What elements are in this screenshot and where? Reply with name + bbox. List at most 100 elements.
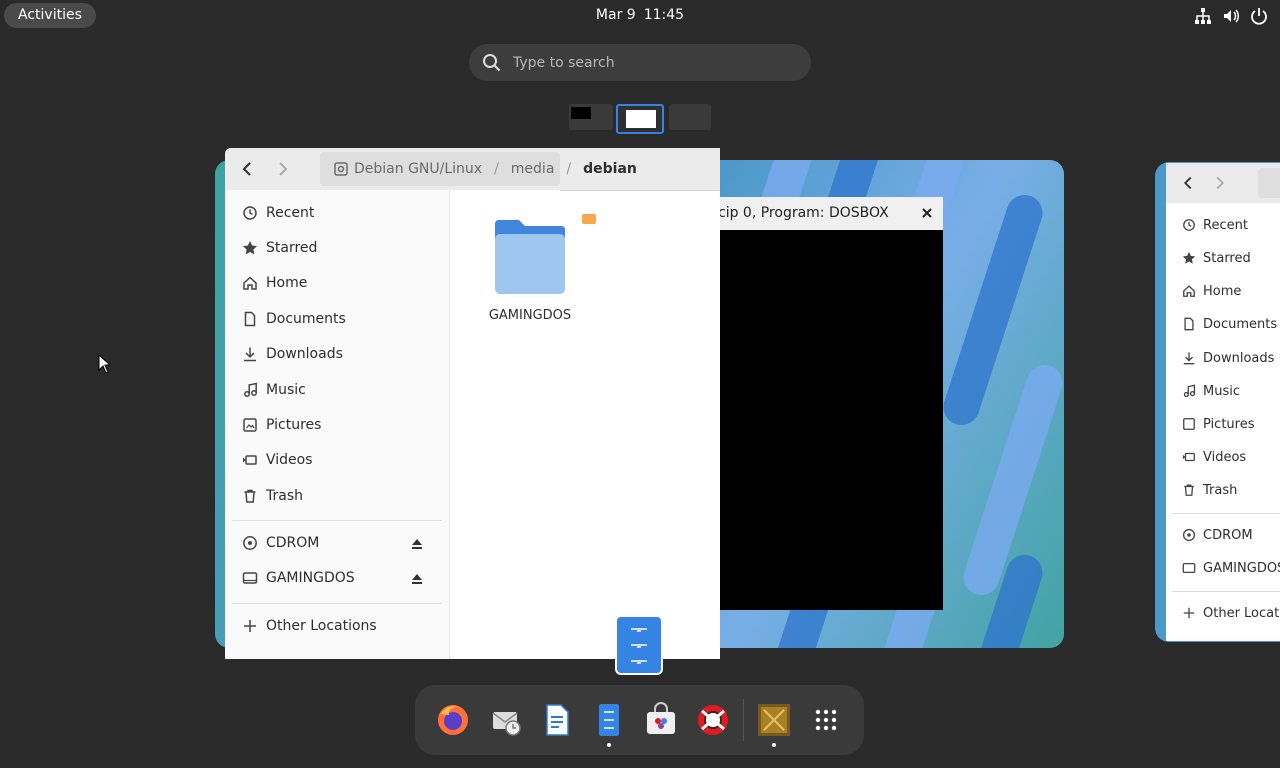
- download-icon: [1183, 352, 1195, 365]
- workspace-thumbnail-3[interactable]: [669, 104, 711, 130]
- plus-icon: [1183, 607, 1195, 619]
- workspace-thumbnail-1[interactable]: [569, 104, 613, 130]
- sidebar-item-home[interactable]: Home: [242, 270, 307, 296]
- software-icon[interactable]: [643, 702, 679, 738]
- search-bar[interactable]: [469, 44, 811, 81]
- video-icon: [243, 455, 257, 465]
- network-icon: [1194, 7, 1212, 25]
- dosbox-titlebar[interactable]: cip 0, Program: DOSBOX: [720, 197, 943, 230]
- sidebar-item-gamingdos[interactable]: GAMINGDOS: [1182, 557, 1280, 579]
- evolution-icon[interactable]: [488, 702, 524, 738]
- folder-item[interactable]: GAMINGDOS: [480, 218, 580, 323]
- clock-time: 11:45: [643, 7, 685, 23]
- eject-icon[interactable]: [410, 571, 424, 585]
- dosbox-window[interactable]: cip 0, Program: DOSBOX: [720, 197, 943, 610]
- files-window-2[interactable]: Recent Starred Home Documents Downloads …: [1166, 163, 1280, 641]
- system-menu[interactable]: [1194, 7, 1268, 25]
- sidebar-item-recent[interactable]: Recent: [1182, 214, 1248, 236]
- sidebar-item-label: Trash: [266, 488, 303, 504]
- dash-separator: [743, 699, 744, 741]
- workspace-thumbnail-2[interactable]: [616, 104, 664, 134]
- sidebar-item-label: Recent: [1203, 217, 1248, 233]
- sidebar-item-label: Videos: [1203, 449, 1247, 465]
- sidebar-item-label: Other Locatio: [1203, 605, 1280, 621]
- power-icon: [1250, 7, 1268, 25]
- drive-icon: [334, 162, 348, 176]
- home-icon: [243, 276, 257, 290]
- top-bar: Activities Mar 9 11:45: [0, 0, 1280, 32]
- mouse-pointer-icon: [98, 354, 110, 374]
- back-icon[interactable]: [236, 158, 258, 180]
- sidebar-item-label: Recent: [266, 205, 315, 221]
- files-app-drag-icon[interactable]: [617, 617, 661, 673]
- breadcrumb-item[interactable]: Debian GNU/Linux: [354, 161, 482, 177]
- running-indicator: [607, 743, 611, 747]
- sidebar-item-label: Documents: [266, 311, 346, 327]
- star-icon: [243, 241, 257, 255]
- files-window[interactable]: Debian GNU/Linux / media / debian Recent…: [225, 148, 720, 659]
- sidebar-item-trash[interactable]: Trash: [1182, 479, 1237, 501]
- sidebar-item-label: Home: [266, 275, 308, 291]
- clock-date: Mar 9: [595, 7, 636, 23]
- picture-icon: [243, 418, 257, 432]
- dosbox-icon[interactable]: [756, 702, 792, 738]
- sidebar-item-music[interactable]: Music: [242, 377, 306, 403]
- app-grid-icon[interactable]: [808, 702, 844, 738]
- sidebar-item-cdrom[interactable]: CDROM: [1182, 524, 1253, 546]
- files-headerbar: [1166, 163, 1280, 203]
- sidebar-item-documents[interactable]: Documents: [242, 306, 346, 332]
- breadcrumb-separator: /: [494, 161, 499, 177]
- sidebar-item-label: Starred: [266, 240, 318, 256]
- sidebar-item-recent[interactable]: Recent: [242, 200, 314, 226]
- sidebar-item-videos[interactable]: Videos: [242, 447, 313, 473]
- sidebar-item-trash[interactable]: Trash: [242, 483, 303, 509]
- files-content-area[interactable]: GAMINGDOS: [450, 190, 720, 659]
- clock-icon: [243, 206, 257, 220]
- files-icon[interactable]: [591, 702, 627, 738]
- sidebar-item-label: Pictures: [1203, 416, 1255, 432]
- sidebar-item-home[interactable]: Home: [1182, 280, 1241, 302]
- sidebar-item-label: Trash: [1203, 482, 1238, 498]
- sidebar-item-label: Home: [1203, 283, 1242, 299]
- firefox-icon[interactable]: [435, 702, 471, 738]
- sidebar-item-music[interactable]: Music: [1182, 380, 1240, 402]
- volume-icon: [1222, 7, 1240, 25]
- sidebar-item-label: CDROM: [1203, 527, 1253, 543]
- sidebar-item-other-locations[interactable]: Other Locations: [242, 613, 377, 639]
- sidebar-item-gamingdos[interactable]: GAMINGDOS: [242, 565, 355, 591]
- breadcrumb-item[interactable]: media: [511, 161, 555, 177]
- plus-icon: [244, 620, 256, 632]
- sidebar-item-downloads[interactable]: Downloads: [1182, 347, 1274, 369]
- sidebar-item-pictures[interactable]: Pictures: [1182, 413, 1254, 435]
- sidebar-item-label: Downloads: [266, 346, 343, 362]
- clock[interactable]: Mar 9 11:45: [0, 0, 1280, 31]
- help-icon[interactable]: [695, 702, 731, 738]
- path-bar-bg: [1258, 168, 1280, 198]
- sidebar-item-pictures[interactable]: Pictures: [242, 412, 321, 438]
- files-sidebar: Recent Starred Home Documents Downloads …: [225, 190, 450, 659]
- search-input[interactable]: [511, 50, 795, 76]
- home-icon: [1183, 285, 1195, 297]
- picture-icon: [1183, 418, 1195, 430]
- video-icon: [1182, 452, 1195, 462]
- sidebar-item-starred[interactable]: Starred: [242, 235, 317, 261]
- sidebar-divider: [232, 520, 442, 521]
- sidebar-item-cdrom[interactable]: CDROM: [242, 530, 319, 556]
- libreoffice-writer-icon[interactable]: [539, 702, 575, 738]
- close-icon[interactable]: [921, 207, 933, 219]
- eject-icon[interactable]: [410, 536, 424, 550]
- breadcrumb-item-current[interactable]: debian: [583, 161, 637, 177]
- forward-icon[interactable]: [272, 158, 294, 180]
- back-icon[interactable]: [1178, 173, 1198, 193]
- sidebar-item-label: CDROM: [266, 535, 320, 551]
- sidebar-item-documents[interactable]: Documents: [1182, 313, 1277, 335]
- sidebar-item-other-locations[interactable]: Other Locatio: [1182, 602, 1280, 624]
- sidebar-item-label: Music: [1203, 383, 1240, 399]
- sidebar-item-downloads[interactable]: Downloads: [242, 341, 343, 367]
- sidebar-item-videos[interactable]: Videos: [1182, 446, 1246, 468]
- sidebar-item-label: Music: [266, 382, 306, 398]
- sidebar-item-starred[interactable]: Starred: [1182, 247, 1251, 269]
- forward-icon[interactable]: [1210, 173, 1230, 193]
- files-icon: [631, 628, 647, 664]
- sidebar-item-label: Documents: [1203, 316, 1278, 332]
